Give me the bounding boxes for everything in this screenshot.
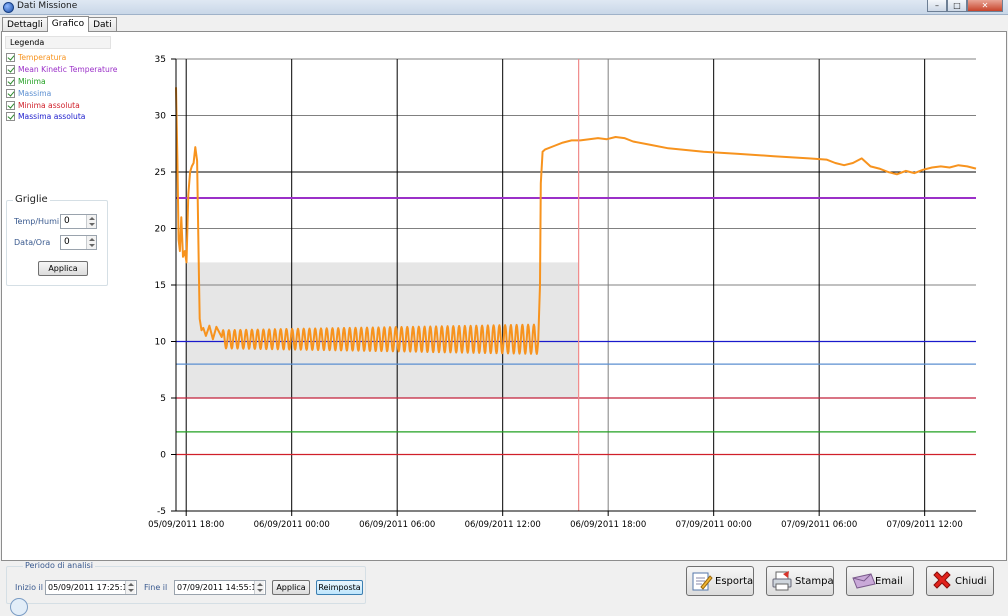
print-button[interactable]: Stampa	[766, 566, 834, 596]
x-tick-label: 06/09/2011 00:00	[254, 520, 330, 530]
y-tick-label: -5	[157, 507, 166, 517]
email-button[interactable]: Email	[846, 566, 914, 596]
close-label: Chiudi	[955, 575, 987, 587]
tab-grafico[interactable]: Grafico	[46, 16, 90, 32]
close-icon	[931, 570, 953, 592]
x-tick-label: 06/09/2011 12:00	[465, 520, 541, 530]
x-tick-label: 07/09/2011 12:00	[887, 520, 963, 530]
x-tick-label: 06/09/2011 06:00	[359, 520, 435, 530]
start-date-field[interactable]: 05/09/2011 17:25:19	[45, 580, 137, 595]
start-date-stepper-icon[interactable]	[125, 581, 135, 594]
start-label: Inizio il	[15, 583, 43, 592]
temperature-chart[interactable]: -5 0 5 10 15 20 25 30 35 05/09/2011 18:00 06/09/20…	[0, 0, 1008, 560]
end-date-value: 07/09/2011 14:55:19	[177, 583, 262, 592]
x-tick-label: 07/09/2011 06:00	[781, 520, 857, 530]
email-icon	[851, 570, 876, 592]
export-button[interactable]: Esporta	[686, 566, 754, 596]
analysis-period-title: Periodo di analisi	[23, 561, 95, 570]
x-tick-label: 07/09/2011 00:00	[676, 520, 752, 530]
end-date-stepper-icon[interactable]	[254, 581, 264, 594]
y-tick-label: 10	[155, 338, 167, 348]
start-date-value: 05/09/2011 17:25:19	[48, 583, 133, 592]
reset-period-button[interactable]: Reimposta	[316, 580, 363, 595]
email-label: Email	[875, 575, 903, 587]
apply-period-button[interactable]: Applica	[272, 580, 310, 595]
y-tick-label: 30	[155, 112, 167, 122]
y-tick-label: 0	[160, 451, 166, 461]
print-icon	[771, 570, 793, 592]
y-tick-label: 35	[155, 55, 166, 65]
y-tick-label: 5	[160, 394, 166, 404]
y-tick-label: 20	[155, 225, 167, 235]
x-tick-label: 05/09/2011 18:00	[148, 520, 224, 530]
y-tick-label: 25	[155, 168, 166, 178]
print-label: Stampa	[795, 575, 834, 587]
analysis-period-group: Periodo di analisi Inizio il 05/09/2011 …	[6, 561, 366, 604]
x-tick-label: 06/09/2011 18:00	[570, 520, 646, 530]
end-date-field[interactable]: 07/09/2011 14:55:19	[174, 580, 266, 595]
status-icon	[10, 598, 28, 616]
y-tick-label: 15	[155, 281, 166, 291]
export-label: Esporta	[715, 575, 754, 587]
close-button[interactable]: Chiudi	[926, 566, 994, 596]
end-label: Fine il	[144, 583, 168, 592]
export-icon	[691, 570, 713, 592]
